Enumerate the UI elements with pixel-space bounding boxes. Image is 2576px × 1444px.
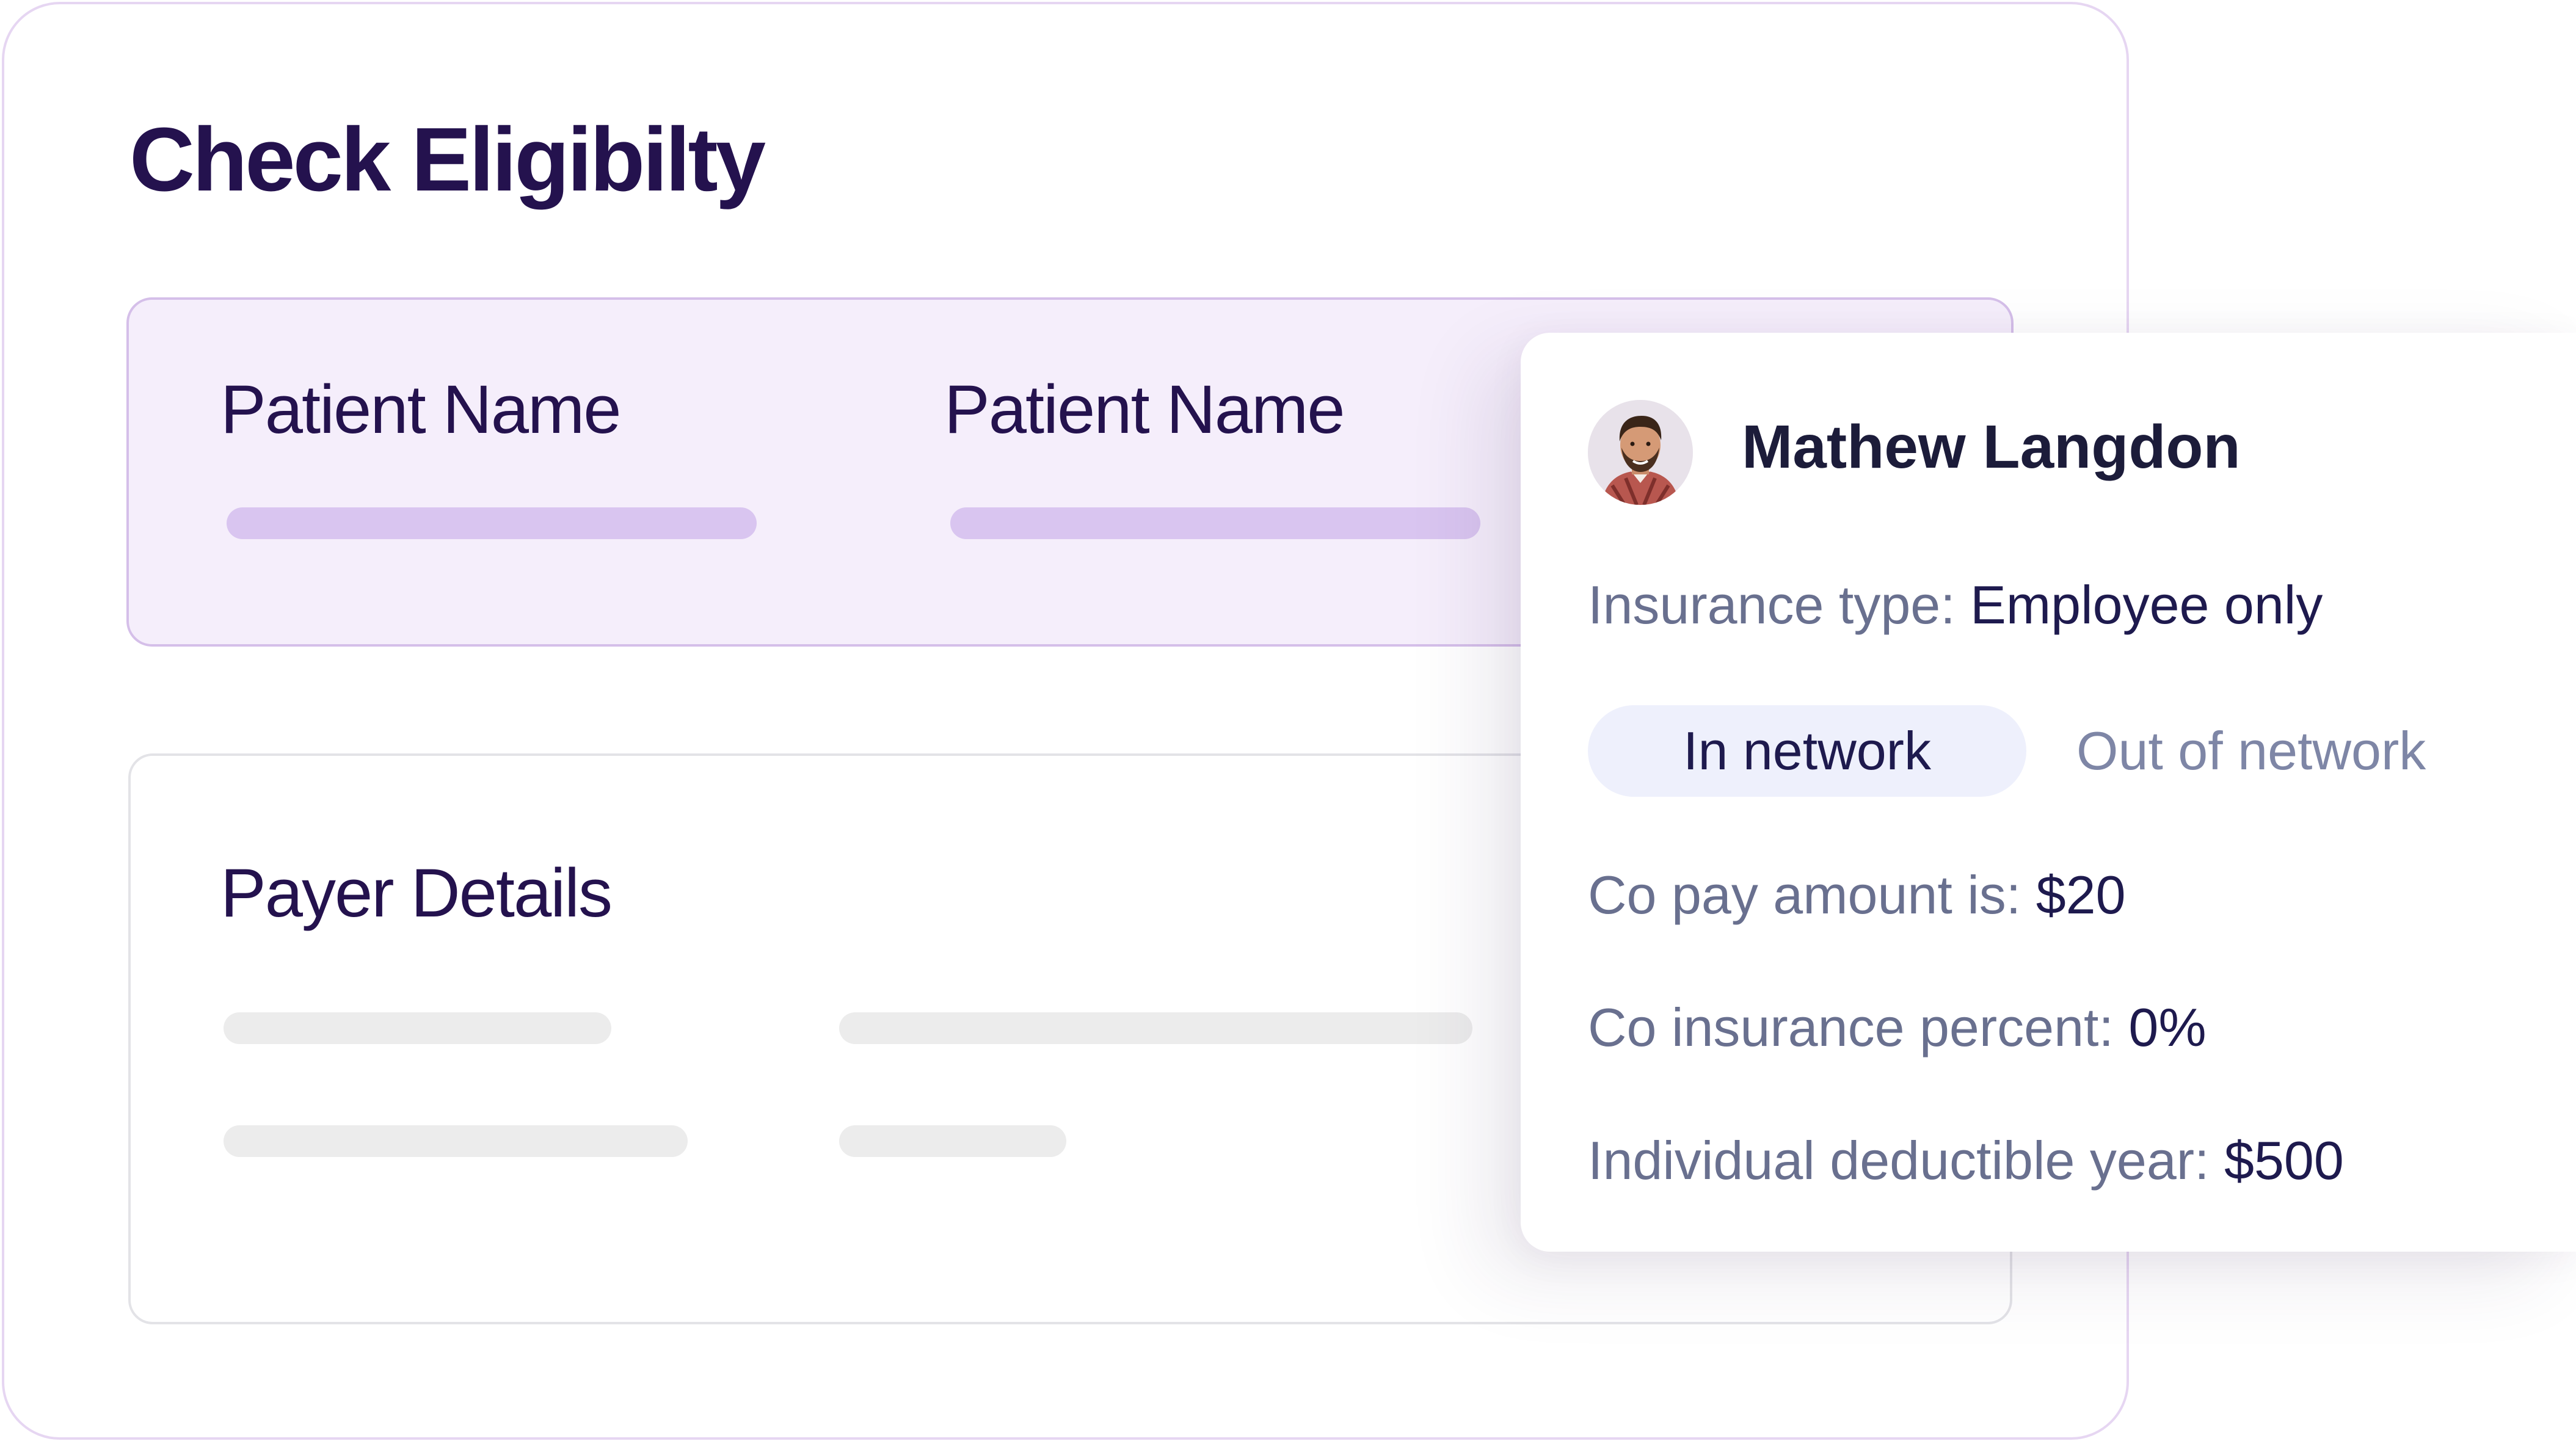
deductible-row: Individual deductible year: $500 — [1588, 1130, 2344, 1192]
payer-placeholder-bar — [224, 1125, 688, 1157]
person-photo-icon — [1588, 400, 1693, 505]
patient-name-label: Patient Name — [220, 371, 622, 448]
patient-name: Mathew Langdon — [1742, 413, 2241, 481]
coinsurance-value: 0% — [2128, 997, 2207, 1058]
payer-placeholder-bar — [839, 1012, 1472, 1044]
insurance-type-value: Employee only — [1970, 575, 2323, 635]
tab-in-network[interactable]: In network — [1588, 705, 2026, 797]
coinsurance-row: Co insurance percent: 0% — [1588, 996, 2207, 1059]
copay-label: Co pay amount is: — [1588, 865, 2021, 925]
coinsurance-label: Co insurance percent: — [1588, 997, 2114, 1058]
payer-placeholder-bar — [224, 1012, 611, 1044]
tab-out-of-network[interactable]: Out of network — [2076, 705, 2473, 797]
eligibility-result-popup: Mathew Langdon Insurance type: Employee … — [1521, 333, 2576, 1252]
insurance-type-label: Insurance type: — [1588, 575, 1956, 635]
copay-row: Co pay amount is: $20 — [1588, 864, 2126, 926]
patient-name-input[interactable] — [227, 507, 757, 539]
payer-placeholder-bar — [839, 1125, 1066, 1157]
page-title: Check Eligibilty — [129, 109, 766, 210]
stage: Check Eligibilty Patient Name Patient Na… — [0, 0, 2576, 1444]
deductible-value: $500 — [2224, 1130, 2344, 1191]
payer-details-heading: Payer Details — [220, 855, 613, 931]
deductible-label: Individual deductible year: — [1588, 1130, 2210, 1191]
patient-name-label-2: Patient Name — [944, 371, 1345, 448]
copay-value: $20 — [2036, 865, 2126, 925]
patient-name-input-2[interactable] — [950, 507, 1480, 539]
insurance-type-row: Insurance type: Employee only — [1588, 574, 2323, 636]
avatar — [1588, 400, 1693, 505]
